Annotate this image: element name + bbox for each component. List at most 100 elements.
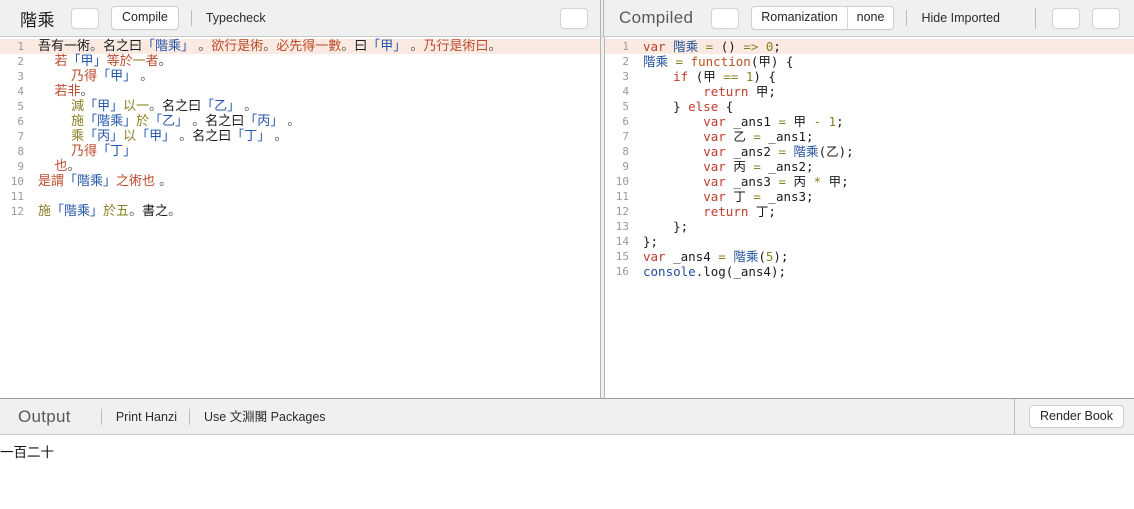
code-token: => xyxy=(743,39,759,54)
code-line[interactable]: 10 var _ans3 = 丙 * 甲; xyxy=(605,174,1134,189)
code-line-text[interactable]: 施「階乘」於五。書之。 xyxy=(30,204,181,219)
code-line-text[interactable]: 乃得「甲」 。 xyxy=(30,69,153,84)
code-line-text[interactable]: console.log(_ans4); xyxy=(635,264,786,279)
render-book-button[interactable]: Render Book xyxy=(1029,404,1124,429)
line-number: 3 xyxy=(17,70,24,83)
code-line[interactable]: 11 var 丁 = _ans3; xyxy=(605,189,1134,204)
code-line-text[interactable]: var 丁 = _ans3; xyxy=(635,189,813,204)
code-token: _ans3 xyxy=(725,174,779,189)
code-line[interactable]: 5 } else { xyxy=(605,99,1134,114)
code-line[interactable]: 12 return 丁; xyxy=(605,204,1134,219)
code-line-text[interactable]: return 甲; xyxy=(635,84,776,99)
code-line[interactable]: 5 減「甲」以一。名之曰「乙」 。 xyxy=(0,99,600,114)
code-line-text[interactable] xyxy=(30,189,38,204)
code-line[interactable]: 1 var 階乘 = () => 0; xyxy=(605,39,1134,54)
code-token: { xyxy=(718,99,734,114)
code-line[interactable]: 15 var _ans4 = 階乘(5); xyxy=(605,249,1134,264)
code-token: 甲; xyxy=(821,174,849,189)
code-line[interactable]: 8 var _ans2 = 階乘(乙); xyxy=(605,144,1134,159)
code-line[interactable]: 16 console.log(_ans4); xyxy=(605,264,1134,279)
code-line[interactable]: 7 乘「丙」以「甲」 。名之曰「丁」 。 xyxy=(0,129,600,144)
code-line-text[interactable]: if (甲 == 1) { xyxy=(635,69,776,84)
romanization-segmented-control[interactable]: Romanization none xyxy=(751,6,895,30)
code-line[interactable]: 4 return 甲; xyxy=(605,84,1134,99)
code-line[interactable]: 14}; xyxy=(605,234,1134,249)
code-line[interactable]: 12 施「階乘」於五。書之。 xyxy=(0,204,600,219)
code-line-text[interactable]: 若「甲」等於一者。 xyxy=(30,54,172,69)
right-blank-icon-button[interactable] xyxy=(711,7,740,29)
code-line[interactable]: 11 xyxy=(0,189,600,204)
code-line-text[interactable]: 階乘 = function(甲) { xyxy=(635,54,793,69)
javascript-output-editor[interactable]: 1 var 階乘 = () => 0; 2 階乘 = function(甲) {3 i… xyxy=(605,37,1134,398)
code-line[interactable]: 1 吾有一術。名之曰「階乘」 。欲行是術。必先得一數。曰「甲」 。乃行是術曰。 xyxy=(0,39,600,54)
use-packages-toggle[interactable]: Use 文淵閣 Packages xyxy=(188,408,326,425)
compile-button[interactable]: Compile xyxy=(111,6,179,30)
code-line-text[interactable]: 是謂「階乘」之術也 。 xyxy=(30,174,172,189)
typecheck-toggle[interactable]: Typecheck xyxy=(190,10,266,26)
code-line-text[interactable]: 若非。 xyxy=(30,84,94,99)
line-number: 4 xyxy=(17,85,24,98)
code-line-text[interactable]: var _ans2 = 階乘(乙); xyxy=(635,144,853,159)
left-trailing-blank-button[interactable] xyxy=(560,7,588,29)
render-book-group: Render Book xyxy=(1014,399,1134,434)
right-blank-button-2[interactable] xyxy=(1052,7,1080,29)
code-line[interactable]: 7 var 乙 = _ans1; xyxy=(605,129,1134,144)
code-token: if xyxy=(673,69,689,84)
javascript-code-lines[interactable]: 1 var 階乘 = () => 0; 2 階乘 = function(甲) {3 i… xyxy=(605,37,1134,279)
code-token: 以 xyxy=(123,99,137,114)
right-blank-button-3[interactable] xyxy=(1092,7,1120,29)
code-token: 等於 xyxy=(106,54,133,69)
code-line-text[interactable]: var _ans1 = 甲 - 1; xyxy=(635,114,843,129)
left-blank-icon-button[interactable] xyxy=(71,7,99,29)
code-line[interactable]: 3 乃得「甲」 。 xyxy=(0,69,600,84)
code-line[interactable]: 3 if (甲 == 1) { xyxy=(605,69,1134,84)
code-line[interactable]: 2 階乘 = function(甲) { xyxy=(605,54,1134,69)
code-token: _ans1; xyxy=(760,129,814,144)
code-token: 。 xyxy=(188,114,206,129)
code-token: 於 xyxy=(136,114,150,129)
romanization-value[interactable]: none xyxy=(846,7,894,29)
code-token: console xyxy=(643,264,696,279)
line-number: 8 xyxy=(17,145,24,158)
code-line-text[interactable]: 減「甲」以一。名之曰「乙」 。 xyxy=(30,99,257,114)
hide-imported-toggle[interactable]: Hide Imported xyxy=(906,10,1000,26)
code-line-text[interactable]: }; xyxy=(635,234,658,249)
output-button-group: Print Hanzi Use 文淵閣 Packages xyxy=(89,408,326,425)
code-line-text[interactable]: var 丙 = _ans2; xyxy=(635,159,813,174)
code-line-text[interactable]: var _ans4 = 階乘(5); xyxy=(635,249,788,264)
code-line-text[interactable]: 乃得「丁」 xyxy=(30,144,136,159)
code-token: var xyxy=(643,249,666,264)
code-line[interactable]: 6 var _ans1 = 甲 - 1; xyxy=(605,114,1134,129)
code-token: 是謂 xyxy=(38,174,65,189)
code-line-text[interactable]: var _ans3 = 丙 * 甲; xyxy=(635,174,849,189)
wenyan-source-editor[interactable]: 1 吾有一術。名之曰「階乘」 。欲行是術。必先得一數。曰「甲」 。乃行是術曰。 2 … xyxy=(0,37,601,398)
code-token: 五 xyxy=(116,204,130,219)
code-token: 減 xyxy=(71,99,85,114)
code-line[interactable]: 9 也。 xyxy=(0,159,600,174)
code-line[interactable]: 9 var 丙 = _ans2; xyxy=(605,159,1134,174)
code-line[interactable]: 8 乃得「丁」 xyxy=(0,144,600,159)
code-token: 施 xyxy=(38,204,52,219)
code-line-text[interactable]: 乘「丙」以「甲」 。名之曰「丁」 。 xyxy=(30,129,287,144)
print-hanzi-toggle[interactable]: Print Hanzi xyxy=(100,408,177,425)
code-line-text[interactable]: var 階乘 = () => 0; xyxy=(635,39,781,54)
code-line[interactable]: 4 若非。 xyxy=(0,84,600,99)
code-line[interactable]: 6 施「階乘」於「乙」 。名之曰「丙」 。 xyxy=(0,114,600,129)
code-line-text[interactable]: 也。 xyxy=(30,159,81,174)
code-token: 。 xyxy=(149,99,163,114)
code-token: .log(_ans4); xyxy=(695,264,786,279)
output-console[interactable]: 一百二十 xyxy=(0,435,1134,508)
code-line-text[interactable]: 施「階乘」於「乙」 。名之曰「丙」 。 xyxy=(30,114,300,129)
code-line-text[interactable]: }; xyxy=(635,219,688,234)
code-line[interactable]: 2 若「甲」等於一者。 xyxy=(0,54,600,69)
code-line[interactable]: 10 是謂「階乘」之術也 。 xyxy=(0,174,600,189)
code-line-text[interactable]: var 乙 = _ans1; xyxy=(635,129,814,144)
code-line-text[interactable]: } else { xyxy=(635,99,733,114)
code-line[interactable]: 13 }; xyxy=(605,219,1134,234)
wenyan-code-lines[interactable]: 1 吾有一術。名之曰「階乘」 。欲行是術。必先得一數。曰「甲」 。乃行是術曰。 2 … xyxy=(0,37,600,219)
code-line-text[interactable]: return 丁; xyxy=(635,204,776,219)
code-line-text[interactable]: 吾有一術。名之曰「階乘」 。欲行是術。必先得一數。曰「甲」 。乃行是術曰。 xyxy=(30,39,501,54)
